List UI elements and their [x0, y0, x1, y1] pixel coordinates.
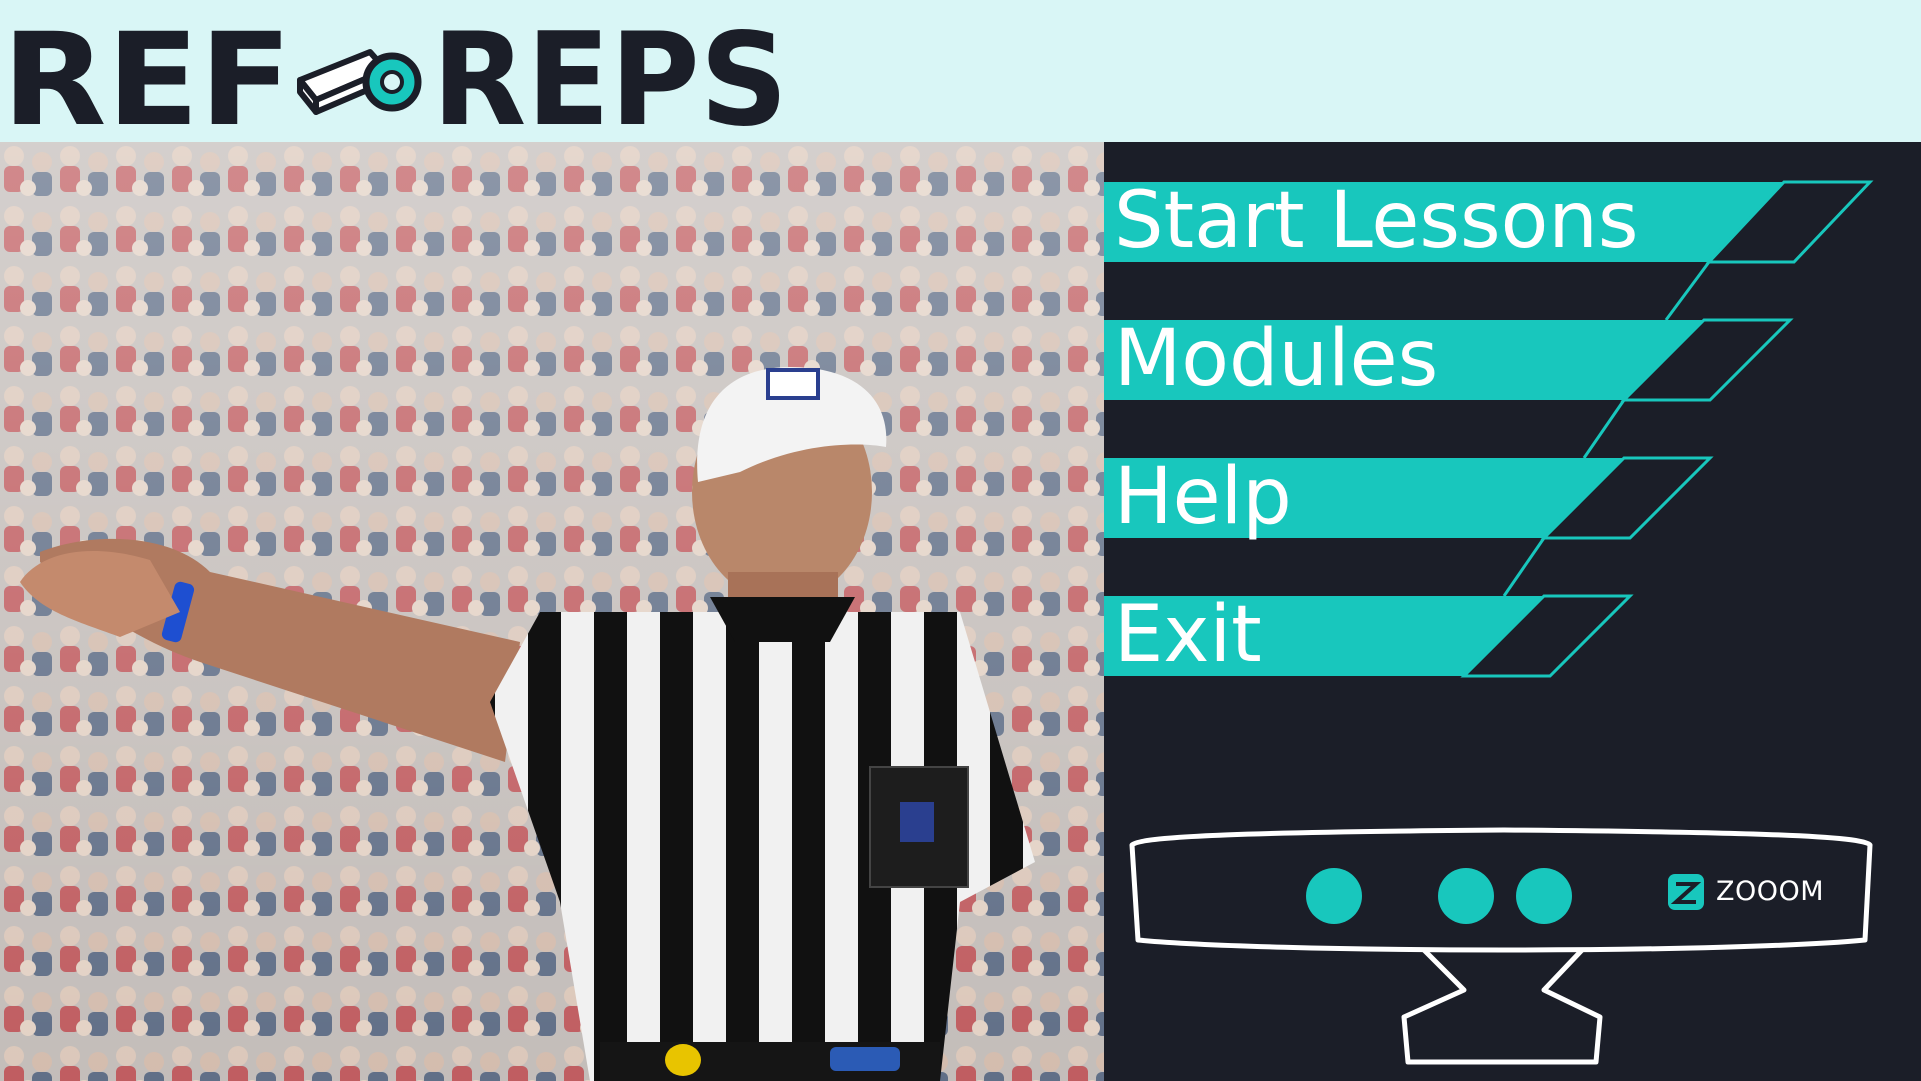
- sensor-dot-2: [1438, 868, 1494, 924]
- logo-text-reps: REPS: [432, 6, 788, 142]
- ref-reps-logo: REF REPS: [2, 6, 788, 142]
- sensor-dot-3: [1516, 868, 1572, 924]
- sensor-device: [1129, 827, 1873, 1065]
- device-brand-label: ZOOOM: [1716, 876, 1825, 907]
- whistle-icon: [297, 49, 422, 115]
- zooom-logo-icon: [1668, 874, 1704, 910]
- header-bar: REF REPS: [0, 0, 1921, 142]
- main-menu-panel: Start Lessons Modules Help Exit ZOOOM: [1104, 142, 1921, 1081]
- logo-text-ref: REF: [2, 6, 292, 142]
- sensor-dot-1: [1306, 868, 1362, 924]
- referee-photo: [0, 142, 1104, 1081]
